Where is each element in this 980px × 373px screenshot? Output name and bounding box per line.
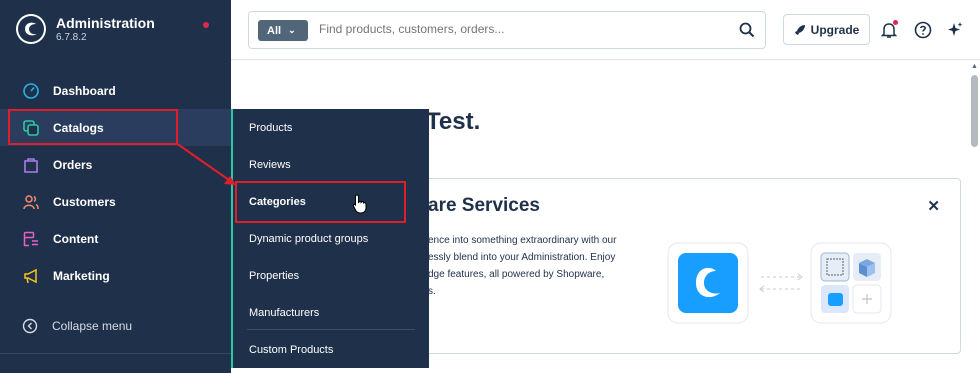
collapse-menu-button[interactable]: Collapse menu <box>22 318 132 334</box>
flyout-item-products[interactable]: Products <box>233 109 429 146</box>
notification-dot <box>203 22 209 28</box>
sidebar: Administration 6.7.8.2 Dashboard Catalog… <box>0 0 231 373</box>
upgrade-label: Upgrade <box>810 22 860 37</box>
brand[interactable]: Administration 6.7.8.2 <box>16 14 155 44</box>
card-title: are Services <box>428 195 540 216</box>
flyout-divider <box>247 329 415 330</box>
scroll-up-icon[interactable]: ▲ <box>971 63 978 70</box>
hand-cursor-icon <box>352 194 367 214</box>
scrollbar-thumb[interactable] <box>971 75 978 147</box>
collapse-icon <box>22 318 38 334</box>
flyout-item-properties[interactable]: Properties <box>233 257 429 294</box>
card-text: ence into something extraordinary with o… <box>428 232 648 300</box>
sidebar-item-content[interactable]: Content <box>0 220 231 257</box>
search-filter-dropdown[interactable]: All ⌄ <box>258 20 308 41</box>
search-bar: All ⌄ <box>248 11 766 49</box>
sidebar-item-dashboard[interactable]: Dashboard <box>0 72 231 109</box>
brand-version: 6.7.8.2 <box>56 31 87 43</box>
sidebar-divider <box>0 353 231 354</box>
sidebar-item-orders[interactable]: Orders <box>0 146 231 183</box>
search-icon[interactable] <box>739 22 755 38</box>
sidebar-item-customers[interactable]: Customers <box>0 183 231 220</box>
content-icon <box>22 230 40 248</box>
flyout-item-manufacturers[interactable]: Manufacturers <box>233 294 429 331</box>
services-card: are Services ✕ ence into something extra… <box>401 178 961 354</box>
dashboard-icon <box>22 82 40 100</box>
card-text-line: ence into something extraordinary with o… <box>428 235 617 246</box>
flyout-item-reviews[interactable]: Reviews <box>233 146 429 183</box>
main-nav: Dashboard Catalogs Orders Customers Cont… <box>0 72 231 294</box>
upgrade-button[interactable]: Upgrade <box>783 14 870 45</box>
sidebar-item-marketing[interactable]: Marketing <box>0 257 231 294</box>
categories-highlight <box>235 181 406 223</box>
card-text-line: essly blend into your Administration. En… <box>428 252 616 263</box>
brand-title: Administration <box>56 14 155 31</box>
flyout-item-dynamic-product-groups[interactable]: Dynamic product groups <box>233 220 429 257</box>
flyout-item-custom-products[interactable]: Custom Products <box>233 331 429 368</box>
search-filter-label: All <box>267 24 282 37</box>
sidebar-item-label: Customers <box>53 194 116 209</box>
chevron-down-icon: ⌄ <box>288 25 296 35</box>
close-icon[interactable]: ✕ <box>927 197 940 215</box>
marketing-icon <box>22 267 40 285</box>
rocket-icon <box>794 24 805 35</box>
customers-icon <box>22 193 40 211</box>
sidebar-item-label: Orders <box>53 157 93 172</box>
orders-icon <box>22 156 40 174</box>
notification-badge <box>893 20 898 25</box>
card-text-line: dge features, all powered by Shopware, <box>428 269 605 280</box>
sidebar-item-label: Marketing <box>53 268 110 283</box>
catalogs-highlight <box>8 109 178 145</box>
welcome-heading: Test. <box>426 108 481 135</box>
catalogs-flyout-menu: Products Reviews Categories Dynamic prod… <box>231 109 429 368</box>
help-icon[interactable] <box>913 20 933 40</box>
collapse-label: Collapse menu <box>52 319 133 333</box>
shopware-logo-icon <box>16 14 46 44</box>
services-illustration <box>667 242 892 324</box>
sidebar-item-label: Content <box>53 231 99 246</box>
sparkle-icon[interactable] <box>945 20 965 40</box>
search-input[interactable] <box>319 22 699 36</box>
card-text-line: s. <box>428 286 436 297</box>
sidebar-item-label: Dashboard <box>53 83 116 98</box>
top-bar: All ⌄ Upgrade <box>231 0 980 60</box>
